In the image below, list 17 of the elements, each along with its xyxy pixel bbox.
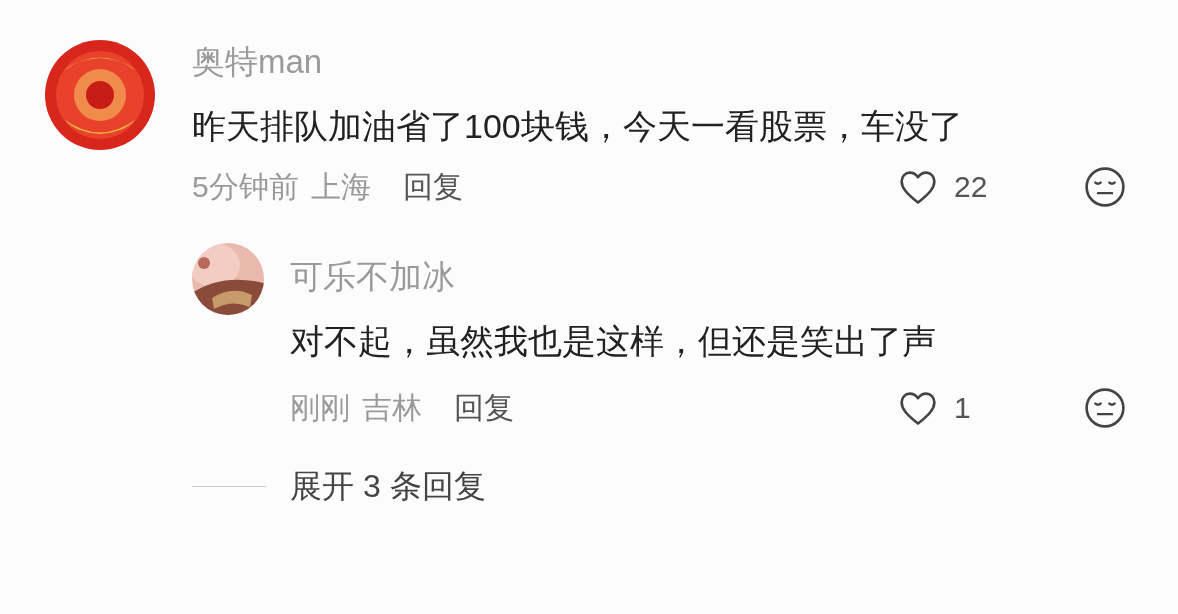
reply-link[interactable]: 回复 [454,385,514,430]
location: 吉林 [362,390,422,426]
like-count: 1 [954,390,972,426]
username: 可乐不加冰 [290,257,456,297]
neutral-face-icon[interactable] [1084,386,1126,429]
neutral-face-icon[interactable] [1084,165,1126,208]
heart-icon[interactable] [898,389,938,426]
comment-text: 昨天排队加油省了100块钱，今天一看股票，车没了 [192,106,964,147]
location: 上海 [310,169,371,205]
username: 奥特man [192,42,324,82]
timestamp: 5分钟前 [192,169,299,205]
comment-text: 对不起，虽然我也是这样，但还是笑出了声 [290,321,937,362]
timestamp: 刚刚 [290,390,350,426]
heart-icon[interactable] [898,168,938,205]
expand-replies-link[interactable]: 展开 3 条回复 [290,462,486,510]
like-count: 22 [954,169,989,205]
reply-link[interactable]: 回复 [402,164,463,209]
